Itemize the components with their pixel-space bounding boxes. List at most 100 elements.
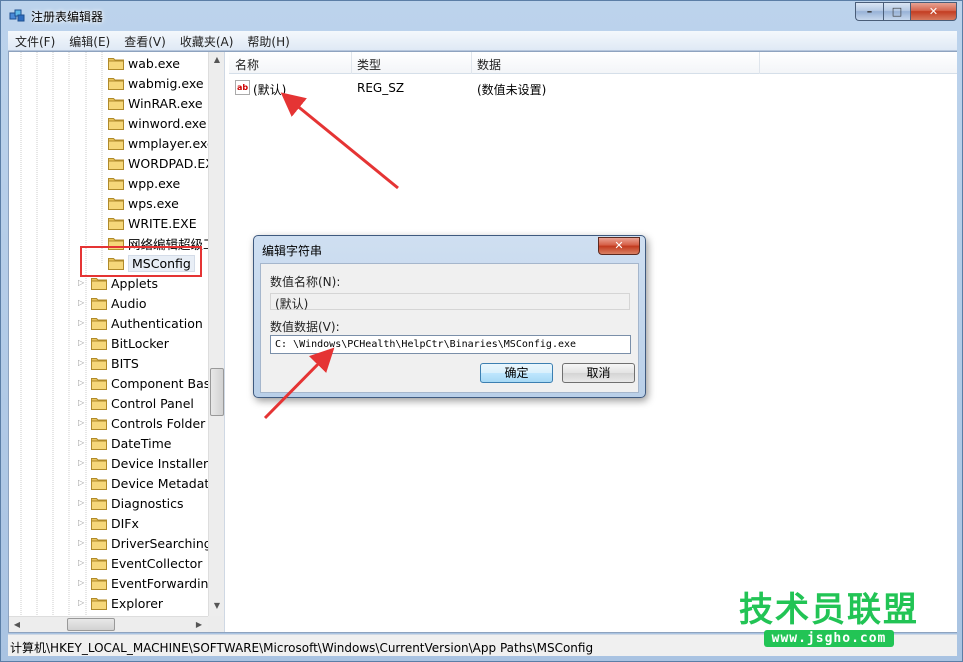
tree-item[interactable]: ▷ DriverSearching xyxy=(78,533,212,553)
expand-arrow-icon[interactable]: ▷ xyxy=(78,499,86,507)
value-data-input[interactable]: C: \Windows\PCHealth\HelpCtr\Binaries\MS… xyxy=(270,335,631,354)
value-data: (数值未设置) xyxy=(477,83,547,97)
tree-item-label: WRITE.EXE xyxy=(128,215,197,231)
folder-icon xyxy=(91,576,107,590)
folder-icon xyxy=(91,336,107,350)
tree-item[interactable]: ▷ Explorer xyxy=(78,593,163,613)
expand-arrow-icon[interactable]: ▷ xyxy=(78,479,86,487)
minimize-button[interactable]: – xyxy=(855,2,883,21)
value-name-label: 数值名称(N): xyxy=(270,275,341,289)
ok-button[interactable]: 确定 xyxy=(480,363,553,383)
regedit-app-icon xyxy=(9,9,25,22)
tree-item-label: Authentication xyxy=(111,315,203,331)
watermark-logo: 技术员联盟 www.jsgho.com xyxy=(734,592,924,647)
scroll-up-arrow-icon[interactable]: ▲ xyxy=(209,52,224,68)
folder-icon xyxy=(91,476,107,490)
column-divider[interactable] xyxy=(351,52,352,74)
cancel-button[interactable]: 取消 xyxy=(562,363,635,383)
maximize-button[interactable]: □ xyxy=(883,2,910,21)
menu-edit[interactable]: 编辑(E) xyxy=(62,31,117,50)
menu-file[interactable]: 文件(F) xyxy=(8,31,62,50)
tree-item-label: EventCollector xyxy=(111,555,203,571)
tree-item[interactable]: ▷ Diagnostics xyxy=(78,493,184,513)
menu-help[interactable]: 帮助(H) xyxy=(240,31,296,50)
list-header: 名称 类型 数据 xyxy=(229,52,957,74)
value-data-label: 数值数据(V): xyxy=(270,320,340,334)
tree-item-sub[interactable]: winword.exe xyxy=(108,113,207,133)
tree-item[interactable]: ▷ DateTime xyxy=(78,433,171,453)
key-tree: wab.exe wabmig.exe WinRAR.exe winword.exe wm… xyxy=(9,52,225,632)
column-divider[interactable] xyxy=(759,52,760,74)
title-bar[interactable]: 注册表编辑器 – □ ✕ xyxy=(1,1,962,31)
tree-item-sub[interactable]: WRITE.EXE xyxy=(108,213,197,233)
tree-item-sub[interactable]: wab.exe xyxy=(108,53,180,73)
tree-item-label: WORDPAD.EX xyxy=(128,155,214,171)
tree-item-sub[interactable]: wmplayer.exe xyxy=(108,133,215,153)
menu-favorites[interactable]: 收藏夹(A) xyxy=(173,31,241,50)
tree-vertical-scroll-thumb[interactable] xyxy=(210,368,224,416)
expand-arrow-icon[interactable]: ▷ xyxy=(78,439,86,447)
tree-item[interactable]: ▷ Audio xyxy=(78,293,147,313)
tree-item[interactable]: ▷ DIFx xyxy=(78,513,139,533)
value-row-default[interactable]: ab (默认) REG_SZ (数值未设置) xyxy=(229,78,957,98)
dialog-close-button[interactable]: ✕ xyxy=(598,237,640,255)
expand-arrow-icon[interactable]: ▷ xyxy=(78,559,86,567)
expand-arrow-icon[interactable]: ▷ xyxy=(78,299,86,307)
scroll-corner xyxy=(208,616,224,632)
expand-arrow-icon[interactable]: ▷ xyxy=(78,319,86,327)
folder-icon xyxy=(91,516,107,530)
tree-item-sub[interactable]: wabmig.exe xyxy=(108,73,204,93)
expand-arrow-icon[interactable]: ▷ xyxy=(78,539,86,547)
scroll-down-arrow-icon[interactable]: ▼ xyxy=(209,598,224,614)
folder-icon xyxy=(91,396,107,410)
expand-arrow-icon[interactable]: ▷ xyxy=(78,279,86,287)
expand-arrow-icon[interactable]: ▷ xyxy=(78,579,86,587)
expand-arrow-icon[interactable]: ▷ xyxy=(78,359,86,367)
tree-item[interactable]: ▷ EventCollector xyxy=(78,553,203,573)
tree-item[interactable]: ▷ BitLocker xyxy=(78,333,169,353)
watermark-text: 技术员联盟 xyxy=(739,590,919,630)
expand-arrow-icon[interactable]: ▷ xyxy=(78,339,86,347)
tree-item[interactable]: ▷ BITS xyxy=(78,353,139,373)
expand-arrow-icon[interactable]: ▷ xyxy=(78,599,86,607)
tree-item-sub[interactable]: WORDPAD.EX xyxy=(108,153,214,173)
column-header-data[interactable]: 数据 xyxy=(477,56,501,73)
folder-icon xyxy=(108,56,124,70)
window-title: 注册表编辑器 xyxy=(31,10,104,24)
tree-item[interactable]: ▷ Control Panel xyxy=(78,393,194,413)
tree-item[interactable]: ▷ Authentication xyxy=(78,313,203,333)
tree-item-sub[interactable]: wpp.exe xyxy=(108,173,180,193)
tree-item[interactable]: ▷ Device Metadata xyxy=(78,473,217,493)
tree-item[interactable]: ▷ Component Base xyxy=(78,373,218,393)
tree-item-label: DriverSearching xyxy=(111,535,212,551)
tree-item[interactable]: ▷ EventForwarding xyxy=(78,573,216,593)
tree-horizontal-scroll-thumb[interactable] xyxy=(67,618,115,631)
tree-item-sub[interactable]: wps.exe xyxy=(108,193,179,213)
tree-item[interactable]: ▷ Device Installer xyxy=(78,453,208,473)
tree-vertical-scrollbar[interactable]: ▲ ▼ xyxy=(208,52,224,616)
tree-horizontal-scrollbar[interactable]: ◀ ▶ xyxy=(9,616,208,632)
expand-arrow-icon[interactable]: ▷ xyxy=(78,459,86,467)
column-header-type[interactable]: 类型 xyxy=(357,56,381,73)
expand-arrow-icon[interactable]: ▷ xyxy=(78,379,86,387)
menu-view[interactable]: 查看(V) xyxy=(117,31,173,50)
column-divider[interactable] xyxy=(471,52,472,74)
scroll-left-arrow-icon[interactable]: ◀ xyxy=(9,617,25,632)
column-header-name[interactable]: 名称 xyxy=(235,56,259,73)
tree-item-sub[interactable]: WinRAR.exe xyxy=(108,93,203,113)
folder-icon xyxy=(91,496,107,510)
tree-item-label: wabmig.exe xyxy=(128,75,204,91)
close-button[interactable]: ✕ xyxy=(910,2,957,21)
tree-item-label: winword.exe xyxy=(128,115,207,131)
expand-arrow-icon[interactable]: ▷ xyxy=(78,519,86,527)
folder-icon xyxy=(108,96,124,110)
tree-item-label: wmplayer.exe xyxy=(128,135,215,151)
scroll-right-arrow-icon[interactable]: ▶ xyxy=(191,617,207,632)
expand-arrow-icon[interactable]: ▷ xyxy=(78,419,86,427)
folder-icon xyxy=(108,116,124,130)
expand-arrow-icon[interactable]: ▷ xyxy=(78,399,86,407)
folder-icon xyxy=(91,316,107,330)
folder-icon xyxy=(91,436,107,450)
tree-item-label: Control Panel xyxy=(111,395,194,411)
tree-item[interactable]: ▷ Controls Folder xyxy=(78,413,205,433)
